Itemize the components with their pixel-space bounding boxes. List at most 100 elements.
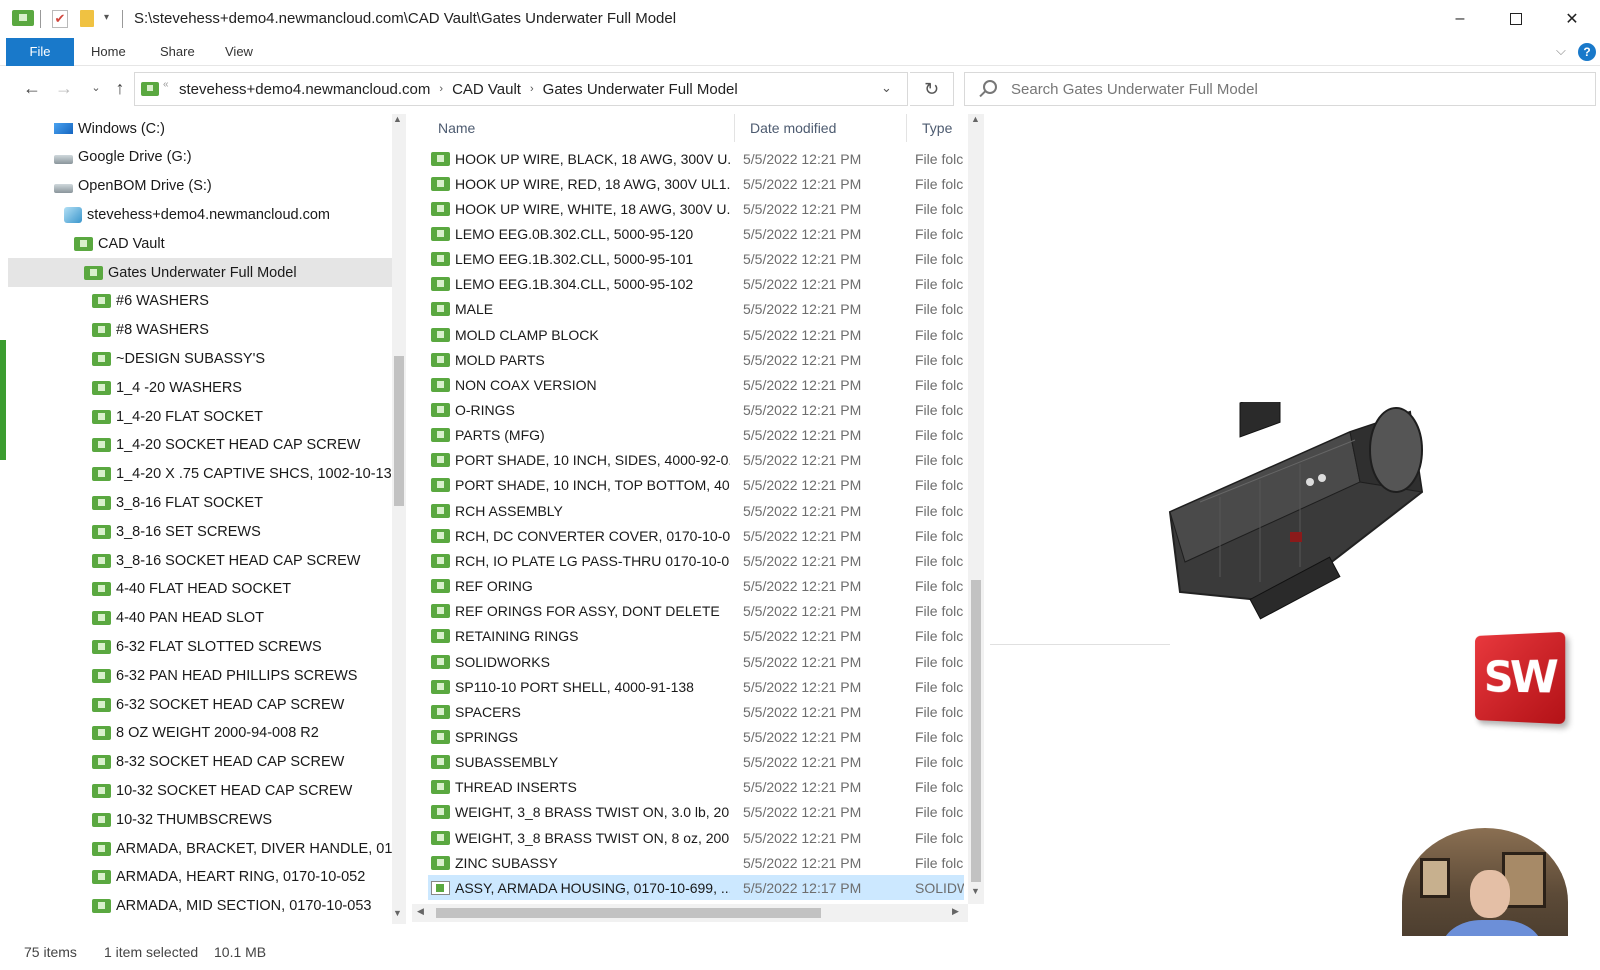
file-row[interactable]: PORT SHADE, 10 INCH, SIDES, 4000-92-0...… xyxy=(428,448,964,473)
file-row[interactable]: RCH, DC CONVERTER COVER, 0170-10-0... 5/5… xyxy=(428,523,964,548)
nav-tree-item[interactable]: 6-32 FLAT SLOTTED SCREWS xyxy=(8,632,392,661)
search-input[interactable]: Search Gates Underwater Full Model xyxy=(964,72,1596,106)
scrollbar-thumb[interactable] xyxy=(394,356,404,506)
nav-tree-item[interactable]: 6-32 SOCKET HEAD CAP SCREW xyxy=(8,690,392,719)
expand-ribbon-chevron-icon[interactable]: ⌵ xyxy=(1556,43,1566,59)
file-row[interactable]: RCH ASSEMBLY 5/5/2022 12:21 PM File folc xyxy=(428,498,964,523)
file-row[interactable]: SOLIDWORKS 5/5/2022 12:21 PM File folc xyxy=(428,649,964,674)
address-bar[interactable]: « stevehess+demo4.newmancloud.com › CAD … xyxy=(134,72,908,106)
file-row[interactable]: MOLD PARTS 5/5/2022 12:21 PM File folc xyxy=(428,347,964,372)
nav-tree-item[interactable]: ARMADA, MID SECTION, 0170-10-053 xyxy=(8,892,392,921)
nav-tree-item[interactable]: Gates Underwater Full Model xyxy=(8,258,392,287)
file-row[interactable]: MOLD CLAMP BLOCK 5/5/2022 12:21 PM File fo… xyxy=(428,322,964,347)
breadcrumb-item-cad-vault[interactable]: CAD Vault xyxy=(452,81,521,98)
file-row[interactable]: SPACERS 5/5/2022 12:21 PM File folc xyxy=(428,699,964,724)
scroll-down-arrow-icon[interactable]: ▼ xyxy=(971,886,980,896)
file-list-vertical-scrollbar[interactable]: ▲ ▼ xyxy=(968,114,984,904)
file-row[interactable]: PORT SHADE, 10 INCH, TOP BOTTOM, 40... 5/… xyxy=(428,473,964,498)
column-header-type[interactable]: Type xyxy=(922,120,952,136)
file-row[interactable]: SUBASSEMBLY 5/5/2022 12:21 PM File folc xyxy=(428,750,964,775)
file-row[interactable]: HOOK UP WIRE, WHITE, 18 AWG, 300V U... 5/… xyxy=(428,196,964,221)
file-row[interactable]: HOOK UP WIRE, BLACK, 18 AWG, 300V U... 5/… xyxy=(428,146,964,171)
file-row[interactable]: ASSY, ARMADA HOUSING, 0170-10-699, ... 5/… xyxy=(428,875,964,901)
up-arrow-icon[interactable]: ↑ xyxy=(108,76,132,100)
breadcrumb-item-root[interactable]: stevehess+demo4.newmancloud.com xyxy=(179,81,430,98)
nav-tree-item[interactable]: #8 WASHERS xyxy=(8,316,392,345)
nav-tree-item[interactable]: 6-32 PAN HEAD PHILLIPS SCREWS xyxy=(8,661,392,690)
file-row[interactable]: RETAINING RINGS 5/5/2022 12:21 PM File fol… xyxy=(428,624,964,649)
nav-tree-item[interactable]: Google Drive (G:) xyxy=(8,143,392,172)
column-header-name[interactable]: Name xyxy=(438,120,475,136)
address-dropdown-chevron-icon[interactable]: ⌄ xyxy=(881,80,892,96)
file-row[interactable]: LEMO EEG.1B.304.CLL, 5000-95-102 5/5/2022… xyxy=(428,272,964,297)
nav-tree-item[interactable]: 3_8-16 SOCKET HEAD CAP SCREW xyxy=(8,546,392,575)
file-row[interactable]: SP110-10 PORT SHELL, 4000-91-138 5/5/2022… xyxy=(428,674,964,699)
nav-tree-item[interactable]: OpenBOM Drive (S:) xyxy=(8,172,392,201)
nav-tree-item[interactable]: 10-32 SOCKET HEAD CAP SCREW xyxy=(8,776,392,805)
nav-tree-item[interactable]: 3_8-16 SET SCREWS xyxy=(8,517,392,546)
file-row[interactable]: REF ORING 5/5/2022 12:21 PM File folc xyxy=(428,574,964,599)
breadcrumb-chevron-icon[interactable]: › xyxy=(439,83,443,95)
file-row[interactable]: MALE 5/5/2022 12:21 PM File folc xyxy=(428,297,964,322)
scrollbar-thumb[interactable] xyxy=(436,908,821,918)
nav-tree-item[interactable]: 1_4-20 SOCKET HEAD CAP SCREW xyxy=(8,431,392,460)
nav-tree-item[interactable]: 1_4-20 FLAT SOCKET xyxy=(8,402,392,431)
nav-tree-item[interactable]: ARMADA, BRACKET, DIVER HANDLE, 0170- xyxy=(8,834,392,863)
file-row[interactable]: REF ORINGS FOR ASSY, DONT DELETE 5/5/2022… xyxy=(428,599,964,624)
breadcrumb-item-current[interactable]: Gates Underwater Full Model xyxy=(543,81,738,98)
nav-tree-item[interactable]: ARMADA, HEART RING, 0170-10-052 xyxy=(8,863,392,892)
minimize-button[interactable]: – xyxy=(1436,4,1484,34)
recent-locations-chevron-icon[interactable]: ⌄ xyxy=(84,76,108,100)
file-list-horizontal-scrollbar[interactable]: ◀ ▶ xyxy=(412,904,968,922)
navigation-pane-scrollbar[interactable]: ▲ ▼ xyxy=(392,114,406,924)
nav-tree-item[interactable]: 4-40 PAN HEAD SLOT xyxy=(8,604,392,633)
nav-tree-item[interactable]: 10-32 THUMBSCREWS xyxy=(8,805,392,834)
tab-file[interactable]: File xyxy=(6,38,74,66)
close-button[interactable]: ✕ xyxy=(1548,4,1596,34)
file-row[interactable]: O-RINGS 5/5/2022 12:21 PM File folc xyxy=(428,398,964,423)
nav-tree-item[interactable]: 1_4 -20 WASHERS xyxy=(8,373,392,402)
column-divider[interactable] xyxy=(906,114,907,142)
file-row[interactable]: WEIGHT, 3_8 BRASS TWIST ON, 3.0 lb, 20..… xyxy=(428,800,964,825)
refresh-button[interactable]: ↻ xyxy=(910,72,954,106)
tab-view[interactable]: View xyxy=(225,38,253,66)
nav-tree-item[interactable]: 3_8-16 FLAT SOCKET xyxy=(8,488,392,517)
file-row[interactable]: THREAD INSERTS 5/5/2022 12:21 PM File folc xyxy=(428,775,964,800)
file-row[interactable]: NON COAX VERSION 5/5/2022 12:21 PM File fo… xyxy=(428,372,964,397)
customize-toolbar-chevron-icon[interactable]: ▾ xyxy=(104,12,109,23)
nav-tree-item[interactable]: ~DESIGN SUBASSY'S xyxy=(8,344,392,373)
scroll-down-arrow-icon[interactable]: ▼ xyxy=(393,908,402,918)
scroll-up-arrow-icon[interactable]: ▲ xyxy=(393,114,402,124)
file-row[interactable]: PARTS (MFG) 5/5/2022 12:21 PM File folc xyxy=(428,423,964,448)
address-overflow-chevron-icon[interactable]: « xyxy=(163,79,169,90)
nav-tree-item[interactable]: 4-40 FLAT HEAD SOCKET xyxy=(8,575,392,604)
forward-arrow-icon[interactable]: → xyxy=(52,76,76,100)
nav-tree-item[interactable]: 1_4-20 X .75 CAPTIVE SHCS, 1002-10-138 xyxy=(8,460,392,489)
column-header-date-modified[interactable]: Date modified xyxy=(750,120,836,136)
tab-home[interactable]: Home xyxy=(91,38,126,66)
back-arrow-icon[interactable]: ← xyxy=(20,76,44,100)
file-row[interactable]: LEMO EEG.0B.302.CLL, 5000-95-120 5/5/2022… xyxy=(428,221,964,246)
nav-tree-item[interactable]: 8 OZ WEIGHT 2000-94-008 R2 xyxy=(8,719,392,748)
file-row[interactable]: HOOK UP WIRE, RED, 18 AWG, 300V UL1... 5/… xyxy=(428,171,964,196)
column-divider[interactable] xyxy=(734,114,735,142)
nav-tree-item[interactable]: stevehess+demo4.newmancloud.com xyxy=(8,200,392,229)
file-row[interactable]: LEMO EEG.1B.302.CLL, 5000-95-101 5/5/2022… xyxy=(428,247,964,272)
new-folder-icon[interactable] xyxy=(80,10,94,27)
nav-tree-item[interactable]: 8-32 SOCKET HEAD CAP SCREW xyxy=(8,748,392,777)
scroll-right-arrow-icon[interactable]: ▶ xyxy=(952,906,959,917)
nav-tree-item[interactable]: CAD Vault xyxy=(8,229,392,258)
nav-tree-item[interactable]: Windows (C:) xyxy=(8,114,392,143)
breadcrumb-chevron-icon[interactable]: › xyxy=(530,83,534,95)
maximize-button[interactable] xyxy=(1492,4,1540,34)
tab-share[interactable]: Share xyxy=(160,38,195,66)
file-row[interactable]: ZINC SUBASSY 5/5/2022 12:21 PM File folc xyxy=(428,850,964,875)
scroll-left-arrow-icon[interactable]: ◀ xyxy=(417,906,424,917)
scrollbar-thumb[interactable] xyxy=(971,580,981,882)
scroll-up-arrow-icon[interactable]: ▲ xyxy=(971,114,980,124)
file-row[interactable]: RCH, IO PLATE LG PASS-THRU 0170-10-0... 5… xyxy=(428,548,964,573)
properties-icon[interactable]: ✔ xyxy=(52,10,68,28)
file-row[interactable]: SPRINGS 5/5/2022 12:21 PM File folc xyxy=(428,724,964,749)
help-icon[interactable]: ? xyxy=(1578,43,1596,61)
file-row[interactable]: WEIGHT, 3_8 BRASS TWIST ON, 8 oz, 200...… xyxy=(428,825,964,850)
